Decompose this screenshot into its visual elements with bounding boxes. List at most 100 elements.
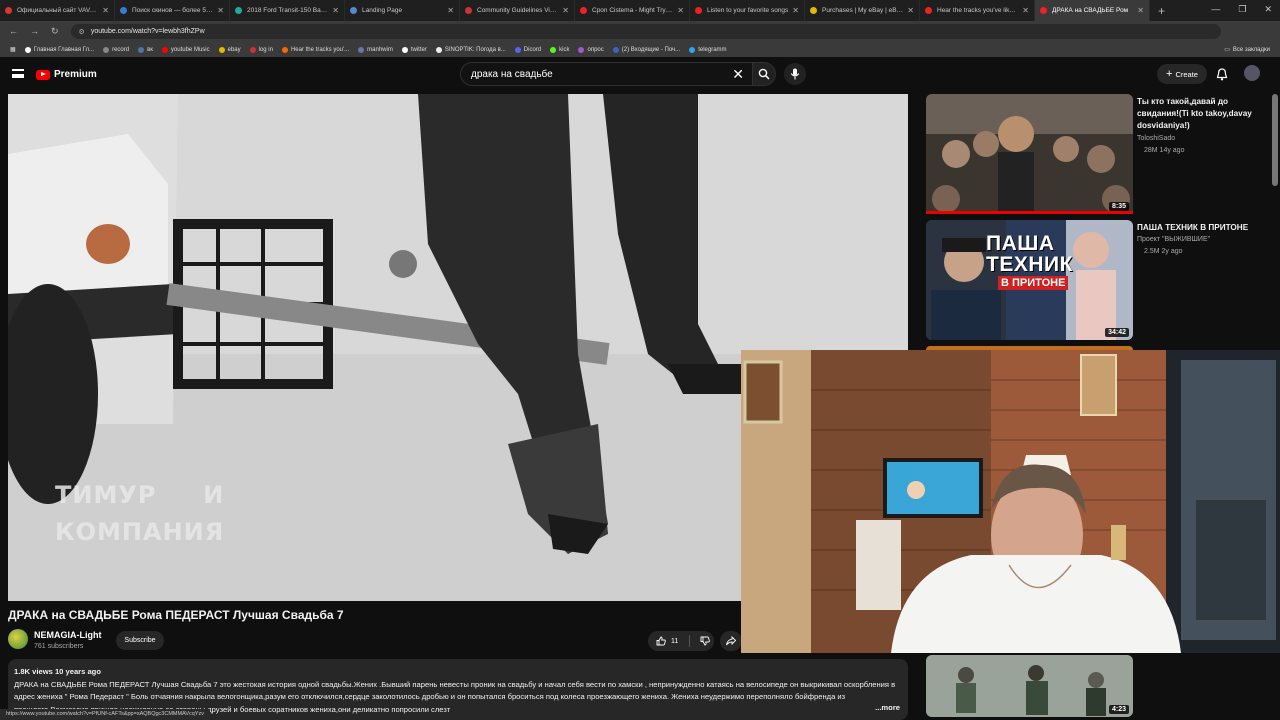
bookmark[interactable]: Hear the tracks you'... <box>281 46 349 53</box>
channel-name[interactable]: NEMAGIA-Light <box>34 630 102 640</box>
channel-avatar[interactable] <box>8 629 28 649</box>
reload-icon[interactable]: ↻ <box>51 26 59 37</box>
clear-search-icon[interactable]: ✕ <box>732 66 744 83</box>
thumbs-down-icon[interactable] <box>700 636 711 646</box>
maximize-icon[interactable]: ❐ <box>1238 4 1246 15</box>
mail-icon <box>612 46 619 53</box>
kick-icon <box>550 46 557 53</box>
bookmark[interactable]: record <box>103 46 129 53</box>
minimize-icon[interactable]: — <box>1211 4 1220 15</box>
sinoptik-icon <box>435 46 442 53</box>
nav-buttons: ← → ↻ <box>9 26 59 37</box>
recommendation-thumbnail[interactable]: 4:23 <box>926 655 1133 717</box>
webcam-feed <box>741 350 1280 653</box>
recommendation-item[interactable]: 4:23 <box>926 655 1276 717</box>
recommendation-item[interactable]: 8:35 Ты кто такой,давай до свидания!(Ti … <box>926 94 1276 216</box>
close-tab-icon[interactable]: ✕ <box>792 6 799 15</box>
bookmark[interactable]: log in <box>249 46 273 53</box>
search-button[interactable] <box>752 62 776 86</box>
back-icon[interactable]: ← <box>9 26 18 37</box>
subscribe-button[interactable]: Subscribe <box>116 631 164 650</box>
tab-favicon-icon <box>810 7 817 14</box>
search-input[interactable]: драка на свадьбе ✕ <box>460 62 752 86</box>
youtube-play-icon <box>36 69 50 80</box>
youtube-logo[interactable]: Premium <box>36 69 97 80</box>
thumbs-up-icon[interactable] <box>656 636 666 646</box>
microphone-icon <box>790 68 800 80</box>
login-icon <box>249 46 256 53</box>
sidebar-scrollbar[interactable] <box>1272 94 1278 186</box>
share-icon <box>726 636 736 646</box>
recommendation-channel[interactable]: Проект "ВЫЖИВШИЕ" <box>1137 236 1210 243</box>
close-tab-icon[interactable]: ✕ <box>907 6 914 15</box>
ebay-icon <box>218 46 225 53</box>
thumbnail-overlay-text: ТЕХНИК <box>986 253 1073 276</box>
recommendation-item[interactable]: ПАША ТЕХНИК В ПРИТОНЕ 34:42 ПАША ТЕХНИК … <box>926 220 1276 342</box>
close-tab-icon[interactable]: ✕ <box>677 6 684 15</box>
bookmark[interactable]: SINOPTIK: Погода в... <box>435 46 506 53</box>
notifications-button[interactable] <box>1216 68 1228 86</box>
bookmark[interactable]: Dicord <box>514 46 541 53</box>
bookmark[interactable]: manhwim <box>358 46 393 53</box>
close-window-icon[interactable]: ✕ <box>1264 4 1272 15</box>
browser-tab[interactable]: Purchases | My eBay | eBay ✕ <box>805 0 920 21</box>
record-icon <box>103 46 110 53</box>
show-more-link[interactable]: ...more <box>872 702 900 715</box>
bookmark[interactable]: youtube Music <box>161 46 210 53</box>
bookmark[interactable]: опрос <box>578 46 604 53</box>
close-tab-icon[interactable]: ✕ <box>562 6 569 15</box>
browser-tab[interactable]: Официальный сайт VAVADA ✕ <box>0 0 115 21</box>
all-bookmarks[interactable]: ▭ Все закладки <box>1224 46 1270 54</box>
browser-tab[interactable]: Listen to your favorite songs ✕ <box>690 0 805 21</box>
share-button[interactable] <box>720 631 742 651</box>
bookmark[interactable]: telegramm <box>689 46 727 53</box>
video-title: ДРАКА на СВАДЬБЕ Рома ПЕДЕРАСТ Лучшая Св… <box>8 608 344 622</box>
voice-search-button[interactable] <box>784 63 806 85</box>
new-tab-icon[interactable]: + <box>1158 4 1165 18</box>
bookmark[interactable]: Главная Главная Гл... <box>24 46 94 53</box>
bookmark[interactable]: вк <box>138 46 153 53</box>
forward-icon[interactable]: → <box>30 26 39 37</box>
recommendation-title[interactable]: ПАША ТЕХНИК В ПРИТОНЕ <box>1137 222 1267 234</box>
soundcloud-icon <box>281 46 288 53</box>
apps-icon[interactable]: ▦ <box>10 46 16 53</box>
recommendation-title[interactable]: Ты кто такой,давай до свидания!(Ti kto t… <box>1137 96 1267 132</box>
bell-icon <box>1216 68 1228 81</box>
browser-tab[interactable]: 2018 Ford Transit-150 Base w ✕ <box>230 0 345 21</box>
webcam-overlay <box>741 350 1280 653</box>
browser-tab[interactable]: Поиск скинов — более 5000 ✕ <box>115 0 230 21</box>
browser-tab[interactable]: Community Guidelines Violati ✕ <box>460 0 575 21</box>
browser-tab-strip: Официальный сайт VAVADA ✕ Поиск скинов — … <box>0 0 1280 21</box>
video-watermark-line2: КОМПАНИЯ <box>55 518 225 546</box>
recommendation-views: 2.5M 2y ago <box>1144 248 1183 255</box>
recommendation-thumbnail[interactable]: 8:35 <box>926 94 1133 214</box>
close-tab-icon[interactable]: ✕ <box>102 6 109 15</box>
site-info-icon[interactable]: ⚙ <box>79 28 85 36</box>
bookmark[interactable]: kick <box>550 46 569 53</box>
browser-tab[interactable]: Landing Page ✕ <box>345 0 460 21</box>
like-dislike-group: 11 <box>648 631 714 651</box>
create-button[interactable]: + Create <box>1157 64 1207 84</box>
recommendation-thumbnail[interactable]: ПАША ТЕХНИК В ПРИТОНЕ 34:42 <box>926 220 1133 340</box>
browser-tab[interactable]: Cpon Cistema - Might Try - Y ✕ <box>575 0 690 21</box>
bookmark[interactable]: (2) Входящие - Поч... <box>612 46 680 53</box>
tab-favicon-icon <box>120 7 127 14</box>
bookmark[interactable]: ebay <box>218 46 241 53</box>
browser-tab[interactable]: Hear the tracks you've liked: ✕ <box>920 0 1035 21</box>
manhwa-icon <box>358 46 365 53</box>
hamburger-menu-icon[interactable] <box>12 69 24 78</box>
address-bar[interactable]: ⚙ youtube.com/watch?v=lewbh3fhZPw <box>70 24 1221 39</box>
close-tab-icon[interactable]: ✕ <box>1022 6 1029 15</box>
close-tab-icon[interactable]: ✕ <box>447 6 454 15</box>
window-controls: — ❐ ✕ <box>1211 4 1272 15</box>
close-tab-icon[interactable]: ✕ <box>217 6 224 15</box>
close-tab-icon[interactable]: ✕ <box>1137 6 1144 15</box>
recommendation-channel[interactable]: ToloshiSado <box>1137 135 1175 142</box>
thumbnail-image <box>926 94 1133 214</box>
browser-tab-active[interactable]: ДРАКА на СВАДЬБЕ Ром ✕ <box>1035 0 1150 21</box>
bookmark[interactable]: twitter <box>401 46 427 53</box>
account-avatar[interactable] <box>1244 65 1260 81</box>
close-tab-icon[interactable]: ✕ <box>332 6 339 15</box>
subscriber-count: 761 subscribers <box>34 643 84 650</box>
like-count: 11 <box>671 637 679 645</box>
